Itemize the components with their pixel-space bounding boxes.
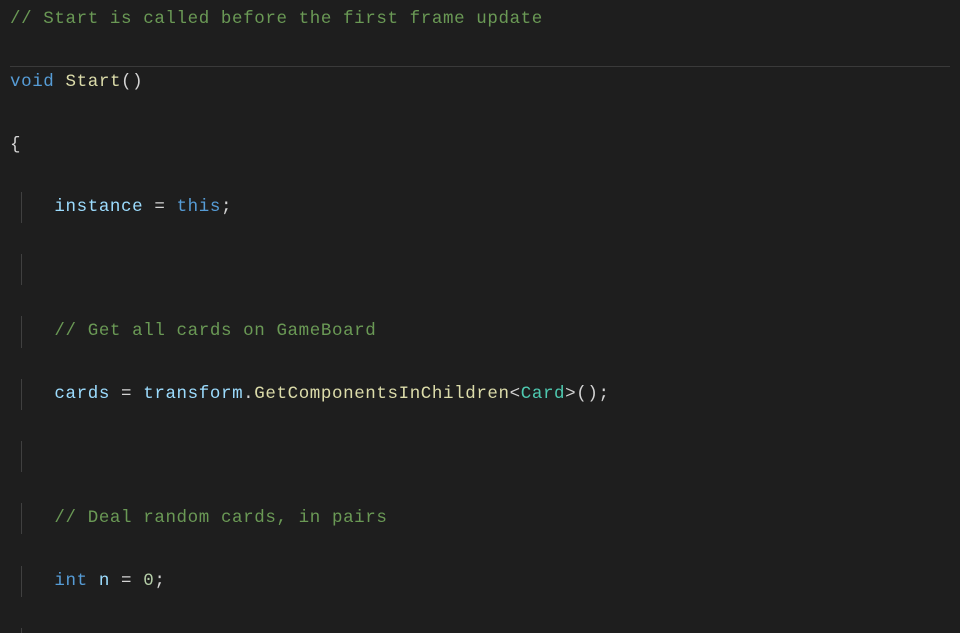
op-eq: =: [110, 571, 143, 591]
semicolon: ;: [221, 197, 232, 217]
code-line: cards = transform.GetComponentsInChildre…: [10, 379, 950, 410]
parens: (): [121, 72, 143, 92]
space: [88, 571, 99, 591]
code-line: int n = 0;: [10, 566, 950, 597]
op-eq: =: [110, 384, 143, 404]
keyword-int: int: [54, 571, 87, 591]
semicolon: ;: [154, 571, 165, 591]
var-cards: cards: [54, 384, 110, 404]
op-eq: =: [143, 197, 176, 217]
method-name: Start: [66, 72, 122, 92]
angle-open: <: [510, 384, 521, 404]
type-card: Card: [521, 384, 565, 404]
space: [54, 72, 65, 92]
code-block: // Start is called before the first fram…: [0, 0, 960, 633]
number: 0: [143, 571, 154, 591]
semicolon: ;: [598, 384, 609, 404]
var-instance: instance: [54, 197, 143, 217]
code-line: [10, 441, 950, 472]
var-n: n: [99, 571, 110, 591]
var-transform: transform: [143, 384, 243, 404]
code-line: [10, 254, 950, 285]
code-line: void Start(): [10, 66, 950, 98]
keyword-void: void: [10, 72, 54, 92]
code-line: instance = this;: [10, 192, 950, 223]
code-line: // Start is called before the first fram…: [10, 4, 950, 35]
keyword-this: this: [177, 197, 221, 217]
brace-open: {: [10, 135, 21, 155]
comment-text: // Deal random cards, in pairs: [54, 508, 387, 528]
comment-text: // Get all cards on GameBoard: [54, 321, 376, 341]
method-call: GetComponentsInChildren: [254, 384, 509, 404]
parens: (): [576, 384, 598, 404]
code-line: // Deal random cards, in pairs: [10, 503, 950, 534]
dot: .: [243, 384, 254, 404]
code-line: Shuffle(cards);: [10, 628, 950, 633]
code-line: {: [10, 130, 950, 161]
code-line: // Get all cards on GameBoard: [10, 316, 950, 347]
angle-close: >: [565, 384, 576, 404]
comment-text: // Start is called before the first fram…: [10, 9, 543, 29]
